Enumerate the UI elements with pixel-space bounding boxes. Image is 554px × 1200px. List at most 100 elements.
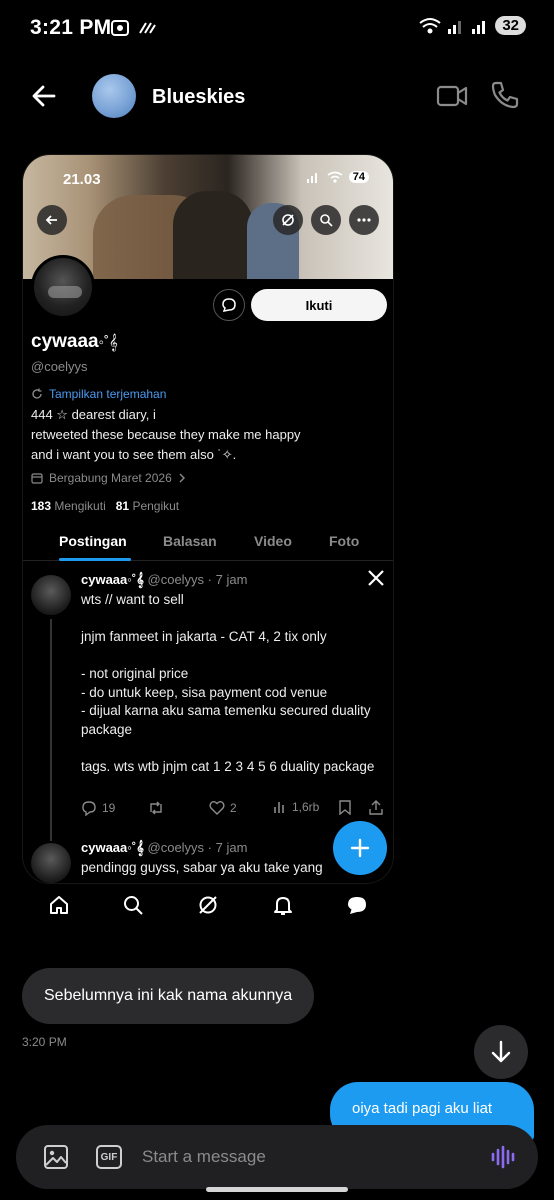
message-input[interactable]: [142, 1141, 462, 1173]
reply-count: 19: [102, 801, 116, 815]
translate-icon: [32, 388, 42, 399]
followers-label: Pengikut: [132, 499, 180, 513]
messages-icon[interactable]: [346, 894, 368, 916]
video-call-icon[interactable]: [436, 82, 468, 110]
more-dots-icon: [357, 218, 371, 222]
contact-avatar[interactable]: [92, 74, 136, 118]
incoming-message-time: 3:20 PM: [22, 1035, 67, 1049]
profile-avatar[interactable]: [31, 255, 95, 319]
bio-line: 444 ☆ dearest diary, i: [31, 407, 156, 422]
profile-display-name: cywaaa◦˚𝄞: [31, 331, 118, 353]
reply-action[interactable]: 19: [81, 800, 115, 816]
home-icon[interactable]: [48, 894, 70, 916]
reply-icon: [82, 801, 96, 816]
views-action[interactable]: 1,6rb: [273, 800, 319, 814]
post-meta: @coelyys · 7 jam: [147, 840, 248, 855]
grok-icon[interactable]: [197, 894, 219, 916]
bio-line: retweeted these because they make me hap…: [31, 427, 301, 442]
shared-profile-screenshot[interactable]: 21.03 74 Ikuti cywaaa◦˚𝄞 @coelyys Tampil…: [22, 154, 394, 884]
active-tab-indicator: [59, 558, 131, 561]
repost-icon: [150, 801, 162, 815]
grok-icon: [282, 214, 294, 226]
profile-tabs: Postingan Balasan Video Foto: [23, 527, 393, 561]
share-action[interactable]: [369, 800, 383, 815]
phone-call-icon[interactable]: [490, 80, 520, 110]
scroll-to-bottom-button[interactable]: [474, 1025, 528, 1079]
display-name-symbols: ◦˚𝄞: [98, 334, 118, 351]
banner-battery: 74: [348, 171, 369, 183]
profile-more-button[interactable]: [349, 205, 379, 235]
back-arrow-icon[interactable]: [30, 82, 58, 110]
bio-line: and i want you to see them also ˙✧.: [31, 447, 237, 462]
joined-date[interactable]: Bergabung Maret 2026: [31, 471, 186, 485]
plus-icon: [350, 838, 370, 858]
home-indicator[interactable]: [206, 1187, 348, 1192]
joined-label: Bergabung Maret 2026: [49, 471, 172, 485]
like-count: 2: [230, 800, 237, 815]
compose-post-button[interactable]: [333, 821, 387, 875]
calendar-icon: [31, 473, 43, 484]
wifi-icon: [327, 171, 343, 183]
tab-postingan[interactable]: Postingan: [59, 533, 127, 549]
share-icon: [369, 800, 383, 815]
signal-icon: [306, 173, 317, 183]
profile-bio: 444 ☆ dearest diary, i retweeted these b…: [31, 405, 361, 465]
following-count: 183: [31, 499, 52, 513]
profile-grok-button[interactable]: [273, 205, 303, 235]
x-logo-icon: [368, 570, 384, 586]
bookmark-icon: [339, 800, 351, 815]
post-meta: @coelyys · 7 jam: [147, 572, 248, 587]
arrow-down-icon: [491, 1040, 511, 1063]
following-label: Mengikuti: [54, 499, 106, 513]
post-header: cywaaa◦˚𝄞 @coelyys · 7 jam: [81, 572, 247, 588]
signal-icon: [448, 20, 462, 34]
message-bubble-icon: [222, 298, 236, 312]
post-author: cywaaa◦˚𝄞: [81, 572, 144, 587]
gif-button[interactable]: GIF: [96, 1145, 122, 1169]
screenshot-icon: [111, 20, 129, 36]
incoming-message[interactable]: Sebelumnya ini kak nama akunnya: [22, 968, 315, 1024]
translate-label: Tampilkan terjemahan: [49, 387, 167, 401]
followers-count: 81: [115, 499, 130, 513]
post-header: cywaaa◦˚𝄞 @coelyys · 7 jam: [81, 840, 247, 856]
heart-icon: [209, 801, 225, 815]
tab-balasan[interactable]: Balasan: [163, 533, 217, 549]
post-author: cywaaa◦˚𝄞: [81, 840, 144, 855]
search-icon: [320, 214, 333, 227]
status-bar: 3:21 PM 32: [0, 0, 554, 60]
bookmark-action[interactable]: [339, 800, 351, 815]
wifi-icon: [419, 17, 441, 33]
repost-action[interactable]: [147, 800, 165, 816]
battery-indicator: 32: [495, 16, 526, 35]
followers-stat[interactable]: 81 Pengikut: [116, 499, 179, 513]
like-action[interactable]: 2: [209, 800, 237, 815]
follow-button[interactable]: Ikuti: [251, 289, 387, 321]
signal-icon-2: [472, 20, 486, 34]
search-icon[interactable]: [122, 894, 144, 916]
post-avatar[interactable]: [31, 843, 71, 883]
status-notification-icons: [110, 18, 156, 38]
bell-icon[interactable]: [272, 894, 294, 916]
chevron-right-icon: [179, 473, 185, 483]
image-icon[interactable]: [42, 1143, 70, 1171]
tab-video[interactable]: Video: [254, 533, 292, 549]
post-avatar[interactable]: [31, 575, 71, 615]
screenshot-bottom-nav: [22, 888, 394, 922]
display-name-text: cywaaa: [31, 331, 99, 352]
status-system-icons: 32: [419, 16, 526, 35]
no-signal-icon: [139, 22, 156, 34]
profile-search-button[interactable]: [311, 205, 341, 235]
following-stat[interactable]: 183 Mengikuti: [31, 499, 106, 513]
profile-back-button[interactable]: [37, 205, 67, 235]
banner-status-icons: 74: [306, 171, 369, 183]
back-arrow-icon: [45, 215, 57, 225]
voice-message-icon[interactable]: [490, 1145, 518, 1169]
message-button[interactable]: [213, 289, 245, 321]
tab-foto[interactable]: Foto: [329, 533, 359, 549]
view-count: 1,6rb: [292, 800, 320, 814]
message-composer: GIF: [16, 1125, 538, 1189]
show-translation-link[interactable]: Tampilkan terjemahan: [31, 387, 166, 401]
conversation-header: Blueskies: [0, 70, 554, 126]
contact-name[interactable]: Blueskies: [152, 86, 245, 109]
status-time: 3:21 PM: [30, 16, 112, 39]
